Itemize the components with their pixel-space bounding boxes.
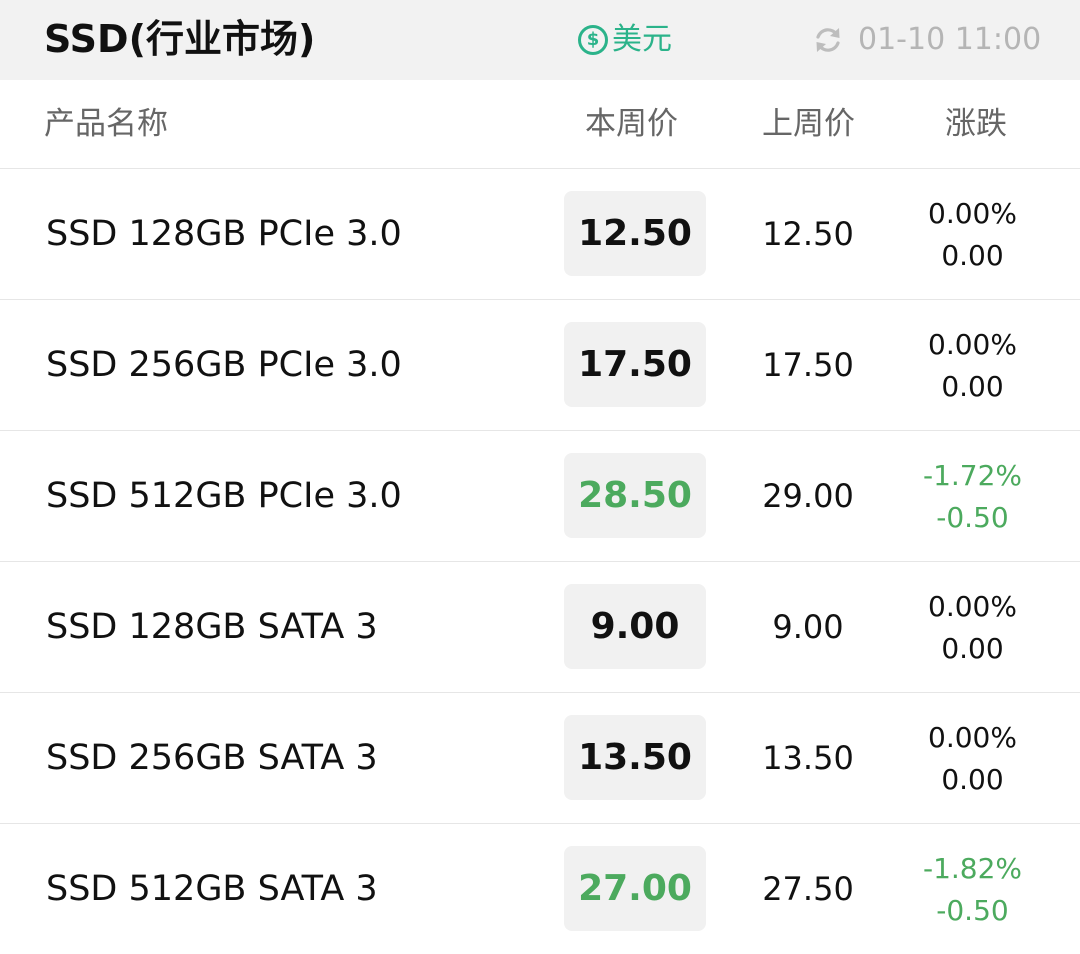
column-header-change[interactable]: 涨跌 bbox=[945, 104, 1007, 144]
price-change: 0.00% 0.00 bbox=[905, 586, 1040, 670]
column-header-name[interactable]: 产品名称 bbox=[44, 104, 168, 144]
table-row[interactable]: SSD 512GB PCIe 3.0 28.50 29.00 -1.72% -0… bbox=[0, 431, 1080, 562]
change-amount: 0.00 bbox=[941, 632, 1004, 665]
change-percent: 0.00% bbox=[928, 590, 1017, 623]
price-change: -1.72% -0.50 bbox=[905, 455, 1040, 539]
this-week-price: 13.50 bbox=[564, 715, 706, 800]
product-name: SSD 512GB SATA 3 bbox=[46, 869, 378, 909]
last-week-price: 27.50 bbox=[762, 870, 854, 908]
page-title: SSD(行业市场) bbox=[44, 17, 316, 61]
change-amount: 0.00 bbox=[941, 763, 1004, 796]
product-name: SSD 512GB PCIe 3.0 bbox=[46, 476, 402, 516]
this-week-price: 12.50 bbox=[564, 191, 706, 276]
this-week-price: 27.00 bbox=[564, 846, 706, 931]
table-row[interactable]: SSD 512GB SATA 3 27.00 27.50 -1.82% -0.5… bbox=[0, 824, 1080, 954]
currency-label: 美元 bbox=[612, 22, 672, 57]
change-amount: 0.00 bbox=[941, 239, 1004, 272]
change-percent: -1.72% bbox=[922, 459, 1023, 492]
this-week-price: 17.50 bbox=[564, 322, 706, 407]
last-week-price: 9.00 bbox=[772, 608, 844, 646]
column-header-this-week[interactable]: 本周价 bbox=[585, 104, 678, 144]
product-name: SSD 128GB PCIe 3.0 bbox=[46, 214, 402, 254]
this-week-price: 9.00 bbox=[564, 584, 706, 669]
table-header: 产品名称 本周价 上周价 涨跌 bbox=[0, 80, 1080, 169]
currency-toggle[interactable]: $ 美元 bbox=[578, 18, 672, 62]
refresh-icon bbox=[816, 28, 840, 52]
product-name: SSD 256GB PCIe 3.0 bbox=[46, 345, 402, 385]
change-percent: 0.00% bbox=[928, 721, 1017, 754]
price-change: -1.82% -0.50 bbox=[905, 848, 1040, 932]
price-change: 0.00% 0.00 bbox=[905, 324, 1040, 408]
column-header-last-week[interactable]: 上周价 bbox=[762, 104, 855, 144]
change-percent: 0.00% bbox=[928, 197, 1017, 230]
last-week-price: 17.50 bbox=[762, 346, 854, 384]
price-change: 0.00% 0.00 bbox=[905, 193, 1040, 277]
price-change: 0.00% 0.00 bbox=[905, 717, 1040, 801]
this-week-price: 28.50 bbox=[564, 453, 706, 538]
update-time-button[interactable]: 01-10 11:00 bbox=[812, 18, 1041, 62]
price-table: SSD 128GB PCIe 3.0 12.50 12.50 0.00% 0.0… bbox=[0, 169, 1080, 954]
product-name: SSD 256GB SATA 3 bbox=[46, 738, 378, 778]
change-amount: 0.00 bbox=[941, 370, 1004, 403]
last-week-price: 29.00 bbox=[762, 477, 854, 515]
last-week-price: 12.50 bbox=[762, 215, 854, 253]
change-percent: 0.00% bbox=[928, 328, 1017, 361]
change-amount: -0.50 bbox=[936, 894, 1009, 927]
table-row[interactable]: SSD 128GB SATA 3 9.00 9.00 0.00% 0.00 bbox=[0, 562, 1080, 693]
dollar-icon: $ bbox=[578, 25, 608, 55]
product-name: SSD 128GB SATA 3 bbox=[46, 607, 378, 647]
table-row[interactable]: SSD 128GB PCIe 3.0 12.50 12.50 0.00% 0.0… bbox=[0, 169, 1080, 300]
last-week-price: 13.50 bbox=[762, 739, 854, 777]
change-percent: -1.82% bbox=[922, 852, 1023, 885]
change-amount: -0.50 bbox=[936, 501, 1009, 534]
header-bar: SSD(行业市场) $ 美元 01-10 11:00 bbox=[0, 0, 1080, 80]
table-row[interactable]: SSD 256GB SATA 3 13.50 13.50 0.00% 0.00 bbox=[0, 693, 1080, 824]
update-time: 01-10 11:00 bbox=[858, 22, 1042, 57]
table-row[interactable]: SSD 256GB PCIe 3.0 17.50 17.50 0.00% 0.0… bbox=[0, 300, 1080, 431]
